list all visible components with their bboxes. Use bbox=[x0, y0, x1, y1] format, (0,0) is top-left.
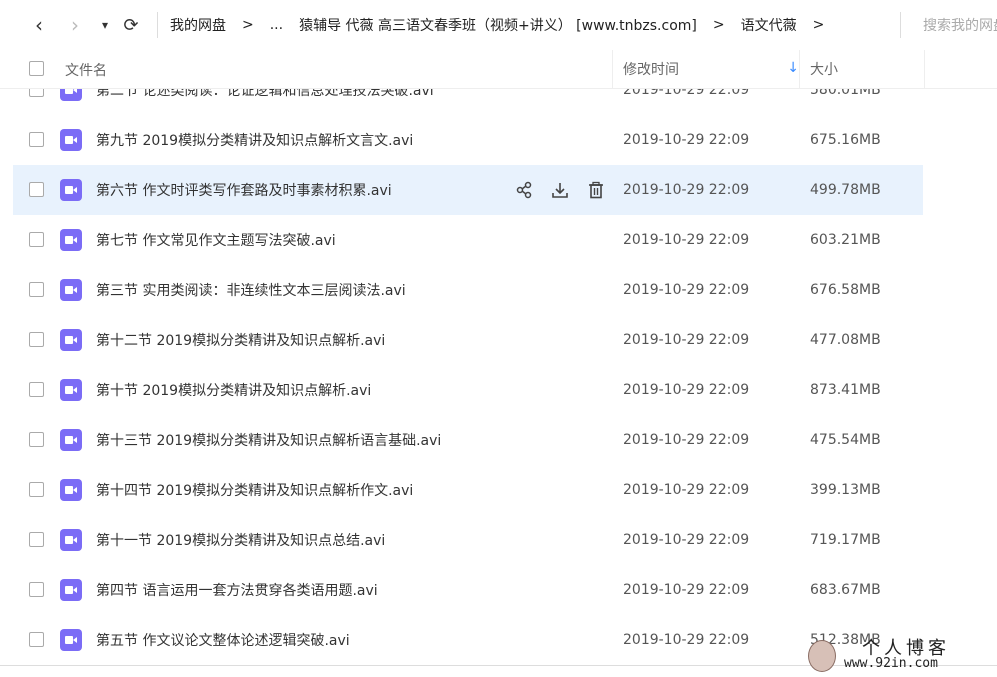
video-file-icon bbox=[60, 129, 82, 151]
breadcrumb-separator: > bbox=[242, 17, 254, 33]
file-name[interactable]: 第十一节 2019模拟分类精讲及知识点总结.avi bbox=[96, 515, 385, 565]
file-modified-time: 2019-10-29 22:09 bbox=[623, 282, 750, 298]
file-size: 676.58MB bbox=[810, 282, 881, 298]
file-name[interactable]: 第十三节 2019模拟分类精讲及知识点解析语言基础.avi bbox=[96, 415, 441, 465]
file-row[interactable]: 第五节 作文议论文整体论述逻辑突破.avi 2019-10-29 22:09 512… bbox=[13, 615, 923, 665]
select-all-checkbox[interactable] bbox=[29, 61, 44, 76]
file-modified-time: 2019-10-29 22:09 bbox=[623, 432, 750, 448]
column-header-time-label: 修改时间 bbox=[623, 62, 679, 78]
back-button[interactable]: ‹ bbox=[26, 12, 52, 38]
file-name[interactable]: 第十四节 2019模拟分类精讲及知识点解析作文.avi bbox=[96, 465, 413, 515]
file-size: 675.16MB bbox=[810, 132, 881, 148]
column-header-time[interactable]: 修改时间 ↓ bbox=[612, 50, 799, 88]
row-checkbox[interactable] bbox=[29, 232, 44, 247]
file-size: 399.13MB bbox=[810, 482, 881, 498]
video-file-icon bbox=[60, 329, 82, 351]
search-input[interactable]: 搜索我的网盘 bbox=[900, 12, 997, 38]
row-checkbox[interactable] bbox=[29, 132, 44, 147]
file-modified-time: 2019-10-29 22:09 bbox=[623, 632, 750, 648]
watermark-url: www.92in.com bbox=[844, 656, 938, 671]
file-row[interactable]: 第七节 作文常见作文主题写法突破.avi 2019-10-29 22:09 603.… bbox=[13, 215, 923, 265]
video-file-icon bbox=[60, 529, 82, 551]
row-checkbox[interactable] bbox=[29, 582, 44, 597]
file-name[interactable]: 第十二节 2019模拟分类精讲及知识点解析.avi bbox=[96, 315, 385, 365]
row-checkbox[interactable] bbox=[29, 332, 44, 347]
file-name[interactable]: 第四节 语言运用一套方法贯穿各类语用题.avi bbox=[96, 565, 378, 615]
download-icon[interactable] bbox=[549, 179, 571, 201]
breadcrumb-separator: > bbox=[812, 17, 825, 33]
file-modified-time: 2019-10-29 22:09 bbox=[623, 582, 750, 598]
refresh-button[interactable]: ⟳ bbox=[118, 12, 144, 38]
file-size: 499.78MB bbox=[810, 182, 881, 198]
file-row[interactable]: 第四节 语言运用一套方法贯穿各类语用题.avi 2019-10-29 22:09 6… bbox=[13, 565, 923, 615]
breadcrumb: 我的网盘 > ... 猿辅导 代薇 高三语文春季班（视频+讲义） [www.tn… bbox=[170, 0, 840, 50]
video-file-icon bbox=[60, 479, 82, 501]
file-list-header: 文件名 修改时间 ↓ 大小 bbox=[0, 50, 997, 89]
file-row[interactable]: 第三节 实用类阅读：非连续性文本三层阅读法.avi 2019-10-29 22:0… bbox=[13, 265, 923, 315]
breadcrumb-item-course[interactable]: 猿辅导 代薇 高三语文春季班（视频+讲义） [www.tnbzs.com] bbox=[299, 15, 697, 35]
file-row[interactable]: 第十节 2019模拟分类精讲及知识点解析.avi 2019-10-29 22:09… bbox=[13, 365, 923, 415]
file-modified-time: 2019-10-29 22:09 bbox=[623, 132, 750, 148]
file-size: 683.67MB bbox=[810, 582, 881, 598]
column-header-name[interactable]: 文件名 bbox=[65, 60, 107, 80]
file-modified-time: 2019-10-29 22:09 bbox=[623, 382, 750, 398]
video-file-icon bbox=[60, 179, 82, 201]
forward-button[interactable]: › bbox=[62, 12, 88, 38]
breadcrumb-ellipsis[interactable]: ... bbox=[270, 17, 283, 33]
watermark-avatar-icon bbox=[808, 640, 836, 672]
navigation-bar: ‹ › ▾ ⟳ 我的网盘 > ... 猿辅导 代薇 高三语文春季班（视频+讲义）… bbox=[0, 0, 997, 50]
column-header-size[interactable]: 大小 bbox=[799, 50, 925, 88]
nav-divider bbox=[157, 12, 158, 38]
file-name[interactable]: 第七节 作文常见作文主题写法突破.avi bbox=[96, 215, 336, 265]
file-row[interactable]: 第十二节 2019模拟分类精讲及知识点解析.avi 2019-10-29 22:0… bbox=[13, 315, 923, 365]
file-size: 477.08MB bbox=[810, 332, 881, 348]
file-name[interactable]: 第三节 实用类阅读：非连续性文本三层阅读法.avi bbox=[96, 265, 406, 315]
file-name[interactable]: 第六节 作文时评类写作套路及时事素材积累.avi bbox=[96, 165, 392, 215]
video-file-icon bbox=[60, 429, 82, 451]
breadcrumb-item-current[interactable]: 语文代薇 bbox=[741, 15, 797, 35]
file-row[interactable]: 第十四节 2019模拟分类精讲及知识点解析作文.avi 2019-10-29 22… bbox=[13, 465, 923, 515]
file-modified-time: 2019-10-29 22:09 bbox=[623, 482, 750, 498]
sort-desc-icon[interactable]: ↓ bbox=[787, 60, 799, 76]
file-row[interactable]: 第十三节 2019模拟分类精讲及知识点解析语言基础.avi 2019-10-29 … bbox=[13, 415, 923, 465]
video-file-icon bbox=[60, 379, 82, 401]
video-file-icon bbox=[60, 229, 82, 251]
row-checkbox[interactable] bbox=[29, 532, 44, 547]
trash-icon[interactable] bbox=[585, 179, 607, 201]
row-checkbox[interactable] bbox=[29, 482, 44, 497]
file-modified-time: 2019-10-29 22:09 bbox=[623, 182, 750, 198]
row-checkbox[interactable] bbox=[29, 632, 44, 647]
file-name[interactable]: 第九节 2019模拟分类精讲及知识点解析文言文.avi bbox=[96, 115, 413, 165]
file-modified-time: 2019-10-29 22:09 bbox=[623, 332, 750, 348]
breadcrumb-separator: > bbox=[712, 17, 725, 33]
file-size: 719.17MB bbox=[810, 532, 881, 548]
file-name[interactable]: 第五节 作文议论文整体论述逻辑突破.avi bbox=[96, 615, 350, 665]
file-row[interactable]: 第九节 2019模拟分类精讲及知识点解析文言文.avi 2019-10-29 22… bbox=[13, 115, 923, 165]
row-checkbox[interactable] bbox=[29, 282, 44, 297]
file-size: 603.21MB bbox=[810, 232, 881, 248]
blog-watermark: 个人博客 www.92in.com bbox=[800, 632, 997, 677]
row-checkbox[interactable] bbox=[29, 382, 44, 397]
video-file-icon bbox=[60, 579, 82, 601]
breadcrumb-item-root[interactable]: 我的网盘 bbox=[170, 15, 226, 35]
column-header-spacer bbox=[924, 50, 997, 88]
file-row[interactable]: 第六节 作文时评类写作套路及时事素材积累.avi 2019-10-29 22:09… bbox=[13, 165, 923, 215]
row-checkbox[interactable] bbox=[29, 182, 44, 197]
share-icon[interactable] bbox=[513, 179, 535, 201]
file-row[interactable]: 第十一节 2019模拟分类精讲及知识点总结.avi 2019-10-29 22:0… bbox=[13, 515, 923, 565]
file-size: 475.54MB bbox=[810, 432, 881, 448]
row-actions bbox=[513, 179, 607, 201]
video-file-icon bbox=[60, 279, 82, 301]
row-checkbox[interactable] bbox=[29, 432, 44, 447]
video-file-icon bbox=[60, 629, 82, 651]
history-dropdown-button[interactable]: ▾ bbox=[92, 12, 118, 38]
file-modified-time: 2019-10-29 22:09 bbox=[623, 232, 750, 248]
file-modified-time: 2019-10-29 22:09 bbox=[623, 532, 750, 548]
file-size: 873.41MB bbox=[810, 382, 881, 398]
file-name[interactable]: 第十节 2019模拟分类精讲及知识点解析.avi bbox=[96, 365, 371, 415]
